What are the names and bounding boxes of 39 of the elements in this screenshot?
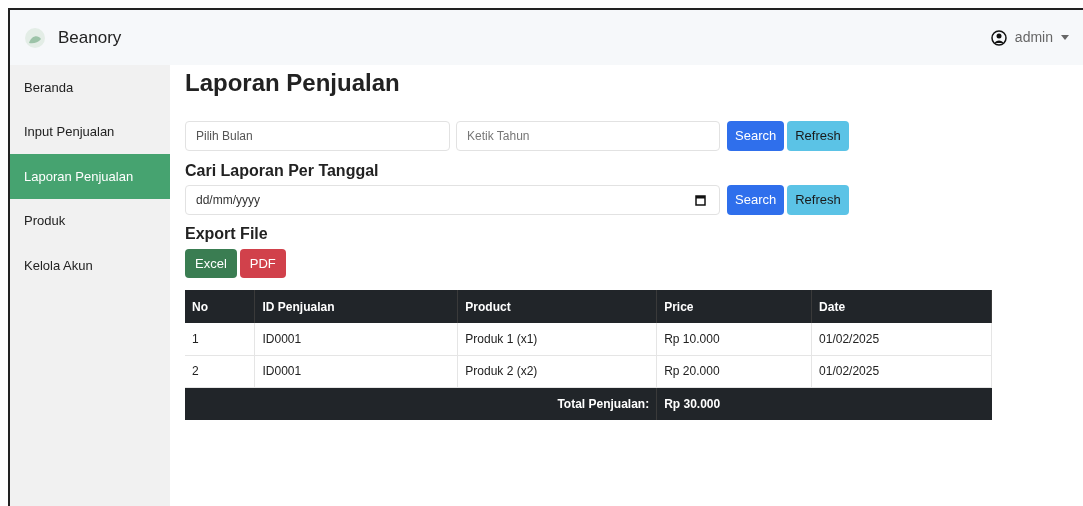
caret-icon[interactable]: [1061, 35, 1069, 40]
table-cell: 01/02/2025: [811, 355, 992, 387]
search-button[interactable]: Search: [727, 121, 785, 151]
user-icon[interactable]: [990, 29, 1007, 46]
table-cell: ID0001: [254, 355, 458, 387]
table-cell: ID0001: [254, 323, 458, 355]
total-label: Total Penjualan:: [185, 387, 657, 420]
search-button[interactable]: Search: [727, 185, 785, 215]
excel-button[interactable]: Excel: [185, 249, 237, 278]
sidebar-item[interactable]: Input Penjualan: [10, 109, 170, 154]
table-cell: Produk 2 (x2): [457, 355, 657, 387]
pdf-button[interactable]: PDF: [239, 249, 286, 278]
table-cell: 01/02/2025: [811, 323, 992, 355]
column-header: ID Penjualan: [254, 290, 458, 323]
year-field[interactable]: Ketik Tahun: [456, 121, 720, 151]
section-heading: Export File: [185, 224, 269, 244]
total-value: Rp 30.000: [656, 387, 992, 420]
refresh-button[interactable]: Refresh: [787, 185, 849, 215]
column-header: Product: [457, 290, 657, 323]
month-field[interactable]: Pilih Bulan: [185, 121, 450, 151]
table-cell: 1: [185, 323, 255, 355]
column-header: Price: [656, 290, 812, 323]
brand-name[interactable]: Beanory: [58, 24, 122, 51]
section-heading: Cari Laporan Per Tanggal: [185, 161, 380, 181]
refresh-button[interactable]: Refresh: [787, 121, 849, 151]
column-header: Date: [811, 290, 992, 323]
table-cell: Rp 20.000: [656, 355, 812, 387]
user-menu[interactable]: admin: [1014, 27, 1053, 48]
sidebar-item[interactable]: Kelola Akun: [10, 243, 170, 288]
table-cell: Rp 10.000: [656, 323, 812, 355]
table-cell: 2: [185, 355, 255, 387]
calendar-icon[interactable]: [695, 195, 706, 206]
sidebar-item[interactable]: Beranda: [10, 65, 170, 110]
column-header: No: [185, 290, 255, 323]
page-title: Laporan Penjualan: [185, 68, 401, 98]
bean-logo-icon: [24, 26, 46, 49]
sidebar-item[interactable]: Produk: [10, 198, 170, 243]
date-field[interactable]: dd/mm/yyyy: [185, 185, 720, 215]
table-cell: Produk 1 (x1): [457, 323, 657, 355]
